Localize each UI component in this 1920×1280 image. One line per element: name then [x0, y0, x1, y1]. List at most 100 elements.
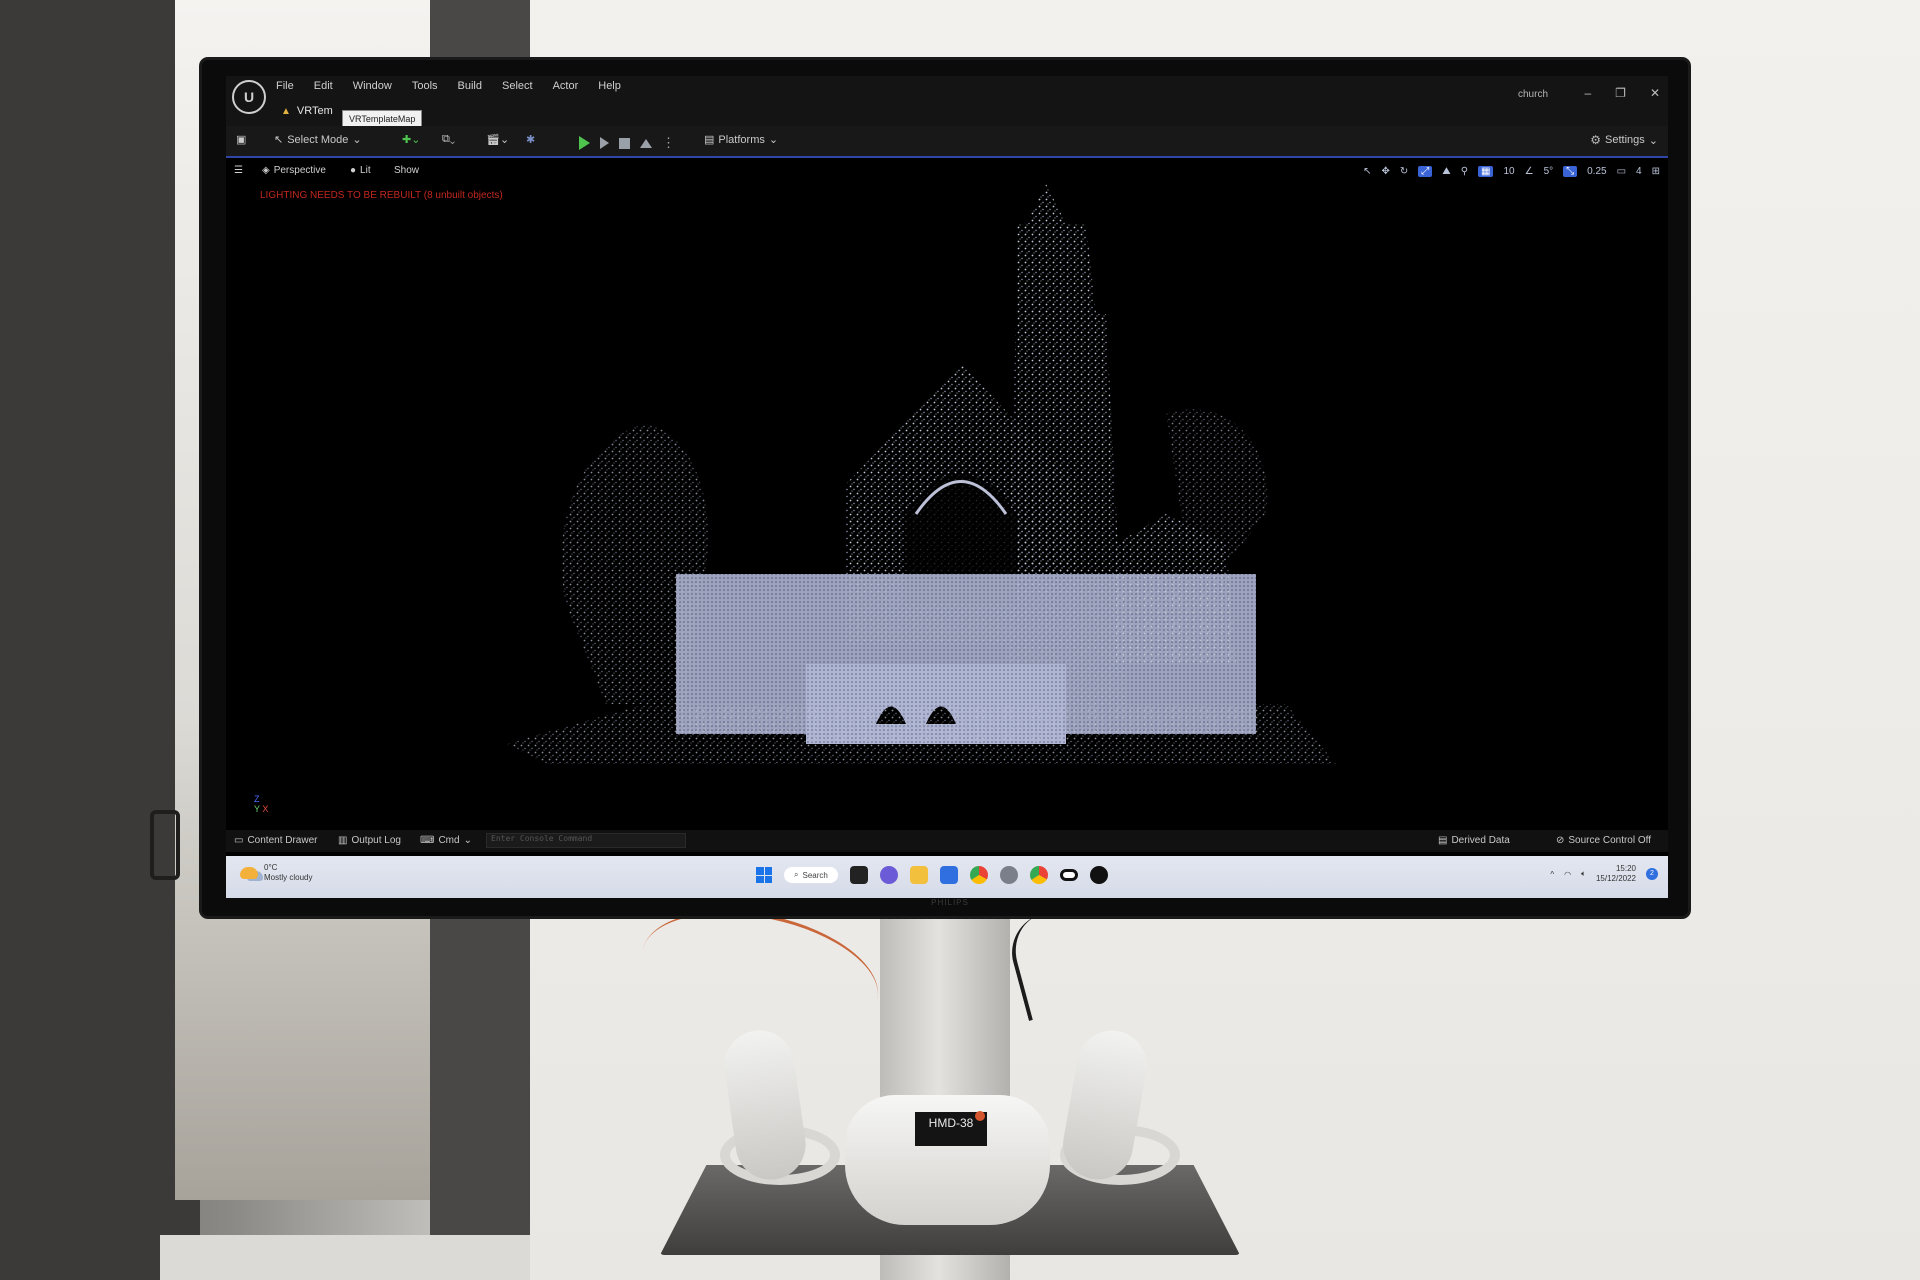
axis-x-label: X	[262, 804, 269, 814]
lit-button[interactable]: ● Lit	[350, 165, 371, 176]
close-icon[interactable]: ✕	[1650, 86, 1660, 100]
unreal-engine-icon[interactable]	[1089, 866, 1108, 884]
menu-actor[interactable]: Actor	[553, 80, 579, 92]
chrome-icon[interactable]	[969, 866, 988, 884]
derived-data-label: Derived Data	[1451, 835, 1510, 846]
monitor-screen: U File Edit Window Tools Build Select Ac…	[226, 76, 1668, 898]
headset-sticker-dot	[975, 1111, 985, 1121]
store-icon[interactable]	[939, 866, 958, 884]
system-tray: ^ ◠ 🔈︎ 15:20 15/12/2022 2	[1550, 864, 1658, 884]
notification-badge[interactable]: 2	[1646, 868, 1658, 880]
settings-button[interactable]: ⚙ Settings ⌄	[1590, 133, 1658, 147]
minimize-icon[interactable]: –	[1584, 86, 1591, 100]
perspective-button[interactable]: ◈ Perspective	[262, 165, 326, 176]
rotation-snap-value[interactable]: 5°	[1544, 166, 1554, 177]
chevron-up-icon[interactable]: ^	[1550, 870, 1554, 879]
taskbar-search[interactable]: ⌕ Search	[784, 867, 838, 883]
cinematics-icon[interactable]: 🎬︎⌄	[486, 133, 509, 146]
warning-icon: ▲	[281, 105, 291, 117]
viewport-menu-icon[interactable]: ☰	[234, 165, 243, 176]
cmd-button[interactable]: ⌨ Cmd ⌄	[420, 835, 472, 846]
menu-file[interactable]: File	[276, 80, 294, 92]
volume-icon[interactable]: 🔈︎	[1581, 869, 1586, 879]
output-log-button[interactable]: ▥ Output Log	[338, 835, 401, 846]
maximize-viewport-icon[interactable]: ⊞	[1652, 166, 1660, 177]
scale-snap-value[interactable]: 0.25	[1587, 166, 1606, 177]
content-drawer-button[interactable]: ▭ Content Drawer	[234, 835, 317, 846]
play-options-icon[interactable]: ⋮	[662, 135, 675, 151]
select-mode-button[interactable]: ↖ Select Mode ⌄	[274, 133, 362, 147]
church-point-cloud	[506, 184, 1336, 764]
weather-desc: Mostly cloudy	[264, 873, 313, 882]
menu-select[interactable]: Select	[502, 80, 533, 92]
clock[interactable]: 15:20 15/12/2022	[1596, 864, 1636, 884]
oculus-icon[interactable]	[1059, 869, 1078, 881]
chevron-down-icon: ⌄	[1648, 134, 1658, 147]
cube-icon: ◈	[262, 165, 270, 176]
point-cloud-viewport[interactable]	[226, 184, 1668, 804]
unreal-logo-icon[interactable]: U	[232, 80, 266, 114]
select-mode-label: Select Mode	[287, 133, 349, 146]
monitor-brand: PHILIPS	[931, 898, 969, 907]
derived-data-icon: ▤	[1438, 835, 1448, 846]
search-label: Search	[802, 870, 828, 880]
menu-help[interactable]: Help	[598, 80, 621, 92]
platforms-icon: ▤	[704, 134, 715, 146]
menu-build[interactable]: Build	[458, 80, 482, 92]
weather-widget[interactable]: 0°C Mostly cloudy	[240, 863, 312, 883]
play-icon[interactable]	[579, 136, 590, 150]
play-controls: ⋮	[579, 135, 675, 151]
blueprint-icon[interactable]: ⧉⌄	[442, 133, 455, 146]
chevron-down-icon: ⌄	[352, 134, 362, 146]
axis-y-label: Y	[254, 804, 260, 814]
clock-time: 15:20	[1615, 864, 1636, 873]
wifi-icon[interactable]: ◠	[1564, 870, 1571, 879]
eject-icon[interactable]	[640, 138, 652, 148]
content-drawer-icon: ▭	[234, 835, 244, 846]
menu-items: File Edit Window Tools Build Select Acto…	[276, 80, 621, 92]
chrome-profile-icon[interactable]	[1029, 866, 1048, 884]
show-button[interactable]: Show	[394, 165, 419, 176]
derived-data-button[interactable]: ▤ Derived Data	[1438, 835, 1510, 846]
source-control-button[interactable]: ⊘ Source Control Off	[1556, 835, 1651, 846]
advance-frame-icon[interactable]	[600, 137, 609, 149]
rotate-icon[interactable]: ↻	[1400, 166, 1408, 177]
content-drawer-label: Content Drawer	[247, 835, 318, 846]
windows-start-icon[interactable]	[756, 867, 772, 883]
windows-taskbar: 0°C Mostly cloudy ⌕ Search ^ ◠ 🔈︎ 15:20 …	[226, 856, 1668, 898]
surface-snap-icon[interactable]: ⛰	[1442, 166, 1450, 177]
editor-status-bar: ▭ Content Drawer ▥ Output Log ⌨ Cmd ⌄ En…	[226, 830, 1668, 852]
translate-icon[interactable]: ✥	[1382, 166, 1390, 177]
rotation-snap-icon[interactable]: ∠	[1525, 166, 1534, 177]
camera-speed-value[interactable]: 4	[1636, 166, 1642, 177]
source-control-label: Source Control Off	[1568, 835, 1652, 846]
menu-window[interactable]: Window	[353, 80, 392, 92]
camera-speed-icon[interactable]: ▭	[1617, 166, 1626, 177]
settings-gear-icon[interactable]	[999, 866, 1018, 884]
output-log-label: Output Log	[351, 835, 401, 846]
file-explorer-icon[interactable]	[909, 866, 928, 884]
cursor-icon: ↖	[274, 134, 284, 146]
axis-z-label: Z	[254, 794, 260, 804]
task-view-icon[interactable]	[849, 866, 868, 884]
chat-icon[interactable]	[879, 866, 898, 884]
menu-tools[interactable]: Tools	[412, 80, 438, 92]
save-icon[interactable]: ▣	[236, 133, 246, 146]
perspective-label: Perspective	[273, 165, 326, 176]
scale-snap-icon[interactable]: ⤡	[1563, 166, 1578, 177]
map-tab[interactable]: ▲ VRTem	[281, 102, 333, 120]
world-local-icon[interactable]: ⚲	[1461, 166, 1468, 177]
menu-bar: U File Edit Window Tools Build Select Ac…	[226, 76, 1668, 128]
scale-icon[interactable]: ⤢	[1418, 166, 1433, 177]
stop-icon[interactable]	[619, 137, 630, 149]
menu-edit[interactable]: Edit	[314, 80, 333, 92]
add-actor-icon[interactable]: ✚⌄	[402, 133, 420, 146]
grid-snap-icon[interactable]: ▦	[1478, 166, 1494, 177]
select-tool-icon[interactable]: ↖	[1363, 166, 1371, 177]
grid-snap-value[interactable]: 10	[1503, 166, 1514, 177]
console-input[interactable]: Enter Console Command	[486, 833, 686, 848]
output-log-icon: ▥	[338, 835, 348, 846]
modeling-icon[interactable]: ✱	[526, 133, 535, 146]
platforms-button[interactable]: ▤ Platforms ⌄	[704, 133, 778, 147]
restore-icon[interactable]: ❐	[1615, 86, 1626, 100]
